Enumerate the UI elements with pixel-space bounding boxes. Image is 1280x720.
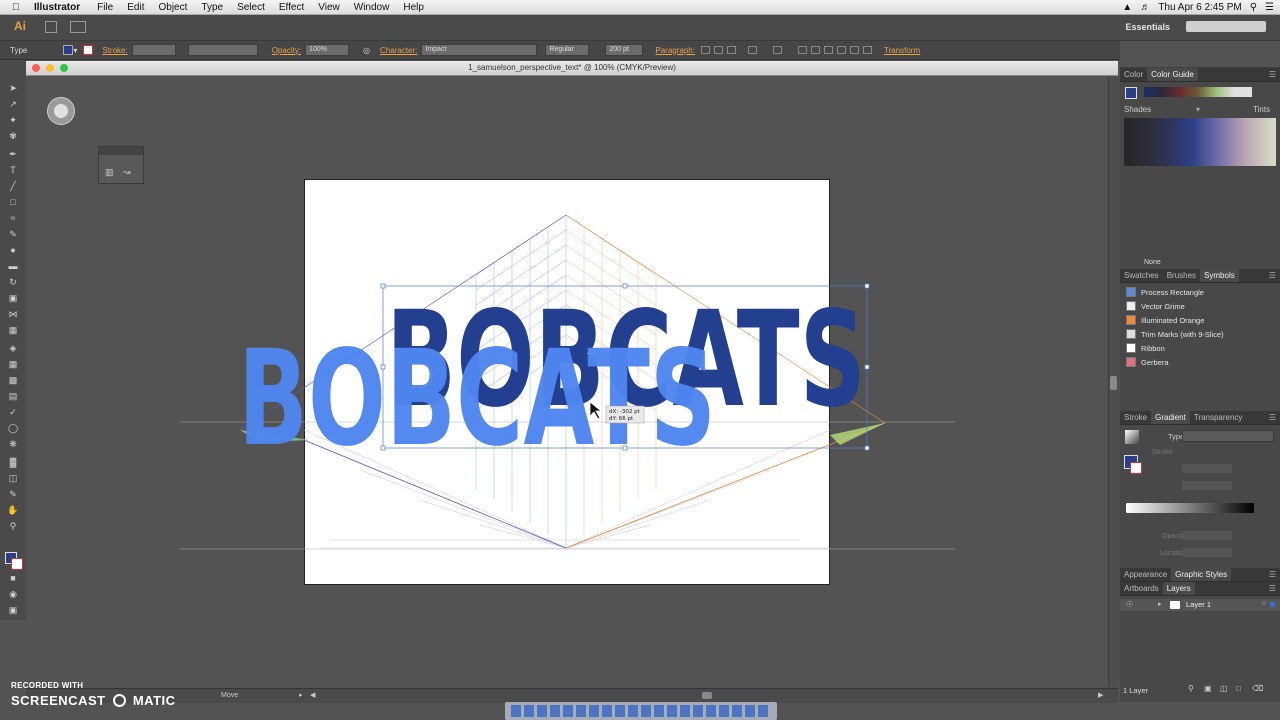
color-variation-grid[interactable] [1124, 118, 1276, 166]
tab-layers[interactable]: Layers [1162, 582, 1195, 595]
process-rectangle-icon [1126, 287, 1136, 297]
panel-menu-icon[interactable]: ☰ [1269, 584, 1276, 593]
symbol-item[interactable]: Gerbera [1126, 356, 1169, 368]
panel-menu-icon[interactable]: ☰ [1269, 70, 1276, 79]
bobcats-front-text[interactable]: BOBCATS [238, 322, 716, 476]
layer-name[interactable]: Layer 1 [1186, 600, 1211, 609]
gradient-opacity-field[interactable] [1182, 531, 1232, 540]
visibility-eye-icon[interactable]: ☉ [1126, 600, 1133, 609]
tab-color[interactable]: Color [1120, 70, 1147, 79]
target-icon[interactable]: ○ [1262, 600, 1266, 607]
tooltip-dx: dX: -302 pt [609, 409, 641, 415]
swatch-name: None [1144, 259, 1161, 266]
symbols-panel-tabs: Swatches Brushes Symbols ☰ [1120, 269, 1280, 283]
new-sublayer-icon[interactable]: ◫ [1220, 684, 1228, 693]
harmony-rule-strip[interactable] [1144, 87, 1252, 97]
tab-appearance[interactable]: Appearance [1120, 570, 1171, 579]
resize-handle-bottom-left[interactable] [380, 445, 386, 451]
tab-stroke[interactable]: Stroke [1120, 413, 1151, 422]
mac-dock [505, 702, 777, 720]
layers-count: 1 Layer [1123, 686, 1149, 695]
chevron-down-icon[interactable]: ▾ [1196, 105, 1200, 114]
panel-menu-icon[interactable]: ☰ [1269, 271, 1276, 280]
symbol-item[interactable]: Process Rectangle [1126, 286, 1204, 298]
gradient-panel: Type: Stroke: Opacity: Location: [1120, 425, 1280, 571]
status-mode[interactable]: Move [221, 692, 238, 699]
delete-layer-icon[interactable]: ⌫ [1252, 684, 1263, 693]
resize-handle-left[interactable] [380, 364, 386, 370]
tab-graphic-styles[interactable]: Graphic Styles [1171, 568, 1232, 581]
tab-gradient[interactable]: Gradient [1151, 411, 1190, 424]
layers-panel-tabs: Artboards Layers ☰ [1120, 582, 1280, 596]
symbol-item[interactable]: Vector Grime [1126, 300, 1185, 312]
gradient-panel-tabs: Stroke Gradient Transparency ☰ [1120, 411, 1280, 425]
symbol-item[interactable]: Illuminated Orange [1126, 314, 1204, 326]
layers-panel: ☉ ▸ Layer 1 ○ 1 Layer ⚲ ▣ ◫ □ ⌫ [1120, 596, 1280, 702]
artwork-layer: BOBCATS BOBCATS dX: -302 pt dY: 66 pt [180, 214, 955, 550]
tab-color-guide[interactable]: Color Guide [1147, 68, 1198, 81]
status-menu-icon[interactable]: ▸ [299, 691, 303, 699]
clipping-mask-icon[interactable]: ▣ [1204, 684, 1212, 693]
status-bar: Move ▸ ◀ ▶ [26, 688, 1118, 703]
tab-swatches[interactable]: Swatches [1120, 271, 1163, 280]
trim-marks-icon [1126, 329, 1136, 339]
gradient-angle-field[interactable] [1182, 464, 1232, 473]
layer-row[interactable]: ☉ ▸ Layer 1 ○ [1120, 599, 1280, 611]
resize-handle-top[interactable] [622, 283, 628, 289]
ribbon-icon [1126, 343, 1136, 353]
symbol-item[interactable]: Trim Marks (with 9-Slice) [1126, 328, 1224, 340]
resize-handle-bottom[interactable] [622, 445, 628, 451]
scroll-left-icon[interactable]: ◀ [310, 691, 315, 699]
panel-menu-icon[interactable]: ☰ [1269, 570, 1276, 579]
gradient-stroke-label: Stroke: [1152, 449, 1175, 456]
gradient-type-select[interactable] [1182, 430, 1274, 442]
layer-thumbnail [1170, 601, 1180, 609]
tab-brushes[interactable]: Brushes [1163, 271, 1200, 280]
screencast-logo-icon [112, 694, 126, 707]
gradient-preview[interactable] [1125, 430, 1139, 444]
color-guide-panel: Shades ▾ Tints None [1120, 82, 1280, 270]
tab-symbols[interactable]: Symbols [1200, 269, 1239, 282]
gerbera-icon [1126, 357, 1136, 367]
vector-grime-icon [1126, 301, 1136, 311]
resize-handle-top-left[interactable] [380, 283, 386, 289]
move-tooltip: dX: -302 pt dY: 66 pt [605, 405, 645, 424]
new-layer-icon[interactable]: □ [1236, 684, 1241, 693]
tooltip-dy: dY: 66 pt [609, 416, 634, 422]
resize-handle-right[interactable] [864, 364, 870, 370]
horizontal-scroll-thumb[interactable] [702, 692, 712, 699]
gradient-slider[interactable] [1126, 503, 1254, 513]
base-color-swatch[interactable] [1125, 87, 1137, 99]
illuminated-orange-icon [1126, 315, 1136, 325]
panel-menu-icon[interactable]: ☰ [1269, 413, 1276, 422]
watermark-recorded-with: RECORDED WITH [11, 681, 84, 690]
layer-color-indicator [1270, 602, 1275, 607]
gradient-location-field[interactable] [1182, 548, 1232, 557]
vertical-scrollbar[interactable] [1108, 76, 1119, 687]
color-panel-tabs: Color Color Guide ☰ [1120, 68, 1280, 82]
watermark-brand: SCREENCAST MATIC [11, 693, 176, 708]
resize-handle-bottom-right[interactable] [864, 445, 870, 451]
tab-transparency[interactable]: Transparency [1190, 413, 1247, 422]
appearance-panel-tabs: Appearance Graphic Styles ☰ [1120, 568, 1280, 582]
symbol-item[interactable]: Ribbon [1126, 342, 1165, 354]
gradient-aspect-field[interactable] [1182, 481, 1232, 490]
tab-artboards[interactable]: Artboards [1120, 584, 1163, 593]
resize-handle-top-right[interactable] [864, 283, 870, 289]
vertical-scroll-thumb[interactable] [1110, 376, 1117, 390]
locate-object-icon[interactable]: ⚲ [1188, 684, 1194, 693]
scroll-right-icon[interactable]: ▶ [1098, 691, 1103, 699]
gradient-stroke-swatch[interactable] [1130, 462, 1142, 474]
dock-app-icons[interactable] [511, 705, 771, 717]
symbols-panel: Process Rectangle Vector Grime Illuminat… [1120, 283, 1280, 411]
panel-dock: Color Color Guide ☰ Shades ▾ Tints None … [1120, 67, 1280, 702]
tints-label: Tints [1252, 105, 1270, 114]
expand-arrow-icon[interactable]: ▸ [1158, 600, 1162, 608]
shades-label: Shades [1124, 105, 1152, 114]
